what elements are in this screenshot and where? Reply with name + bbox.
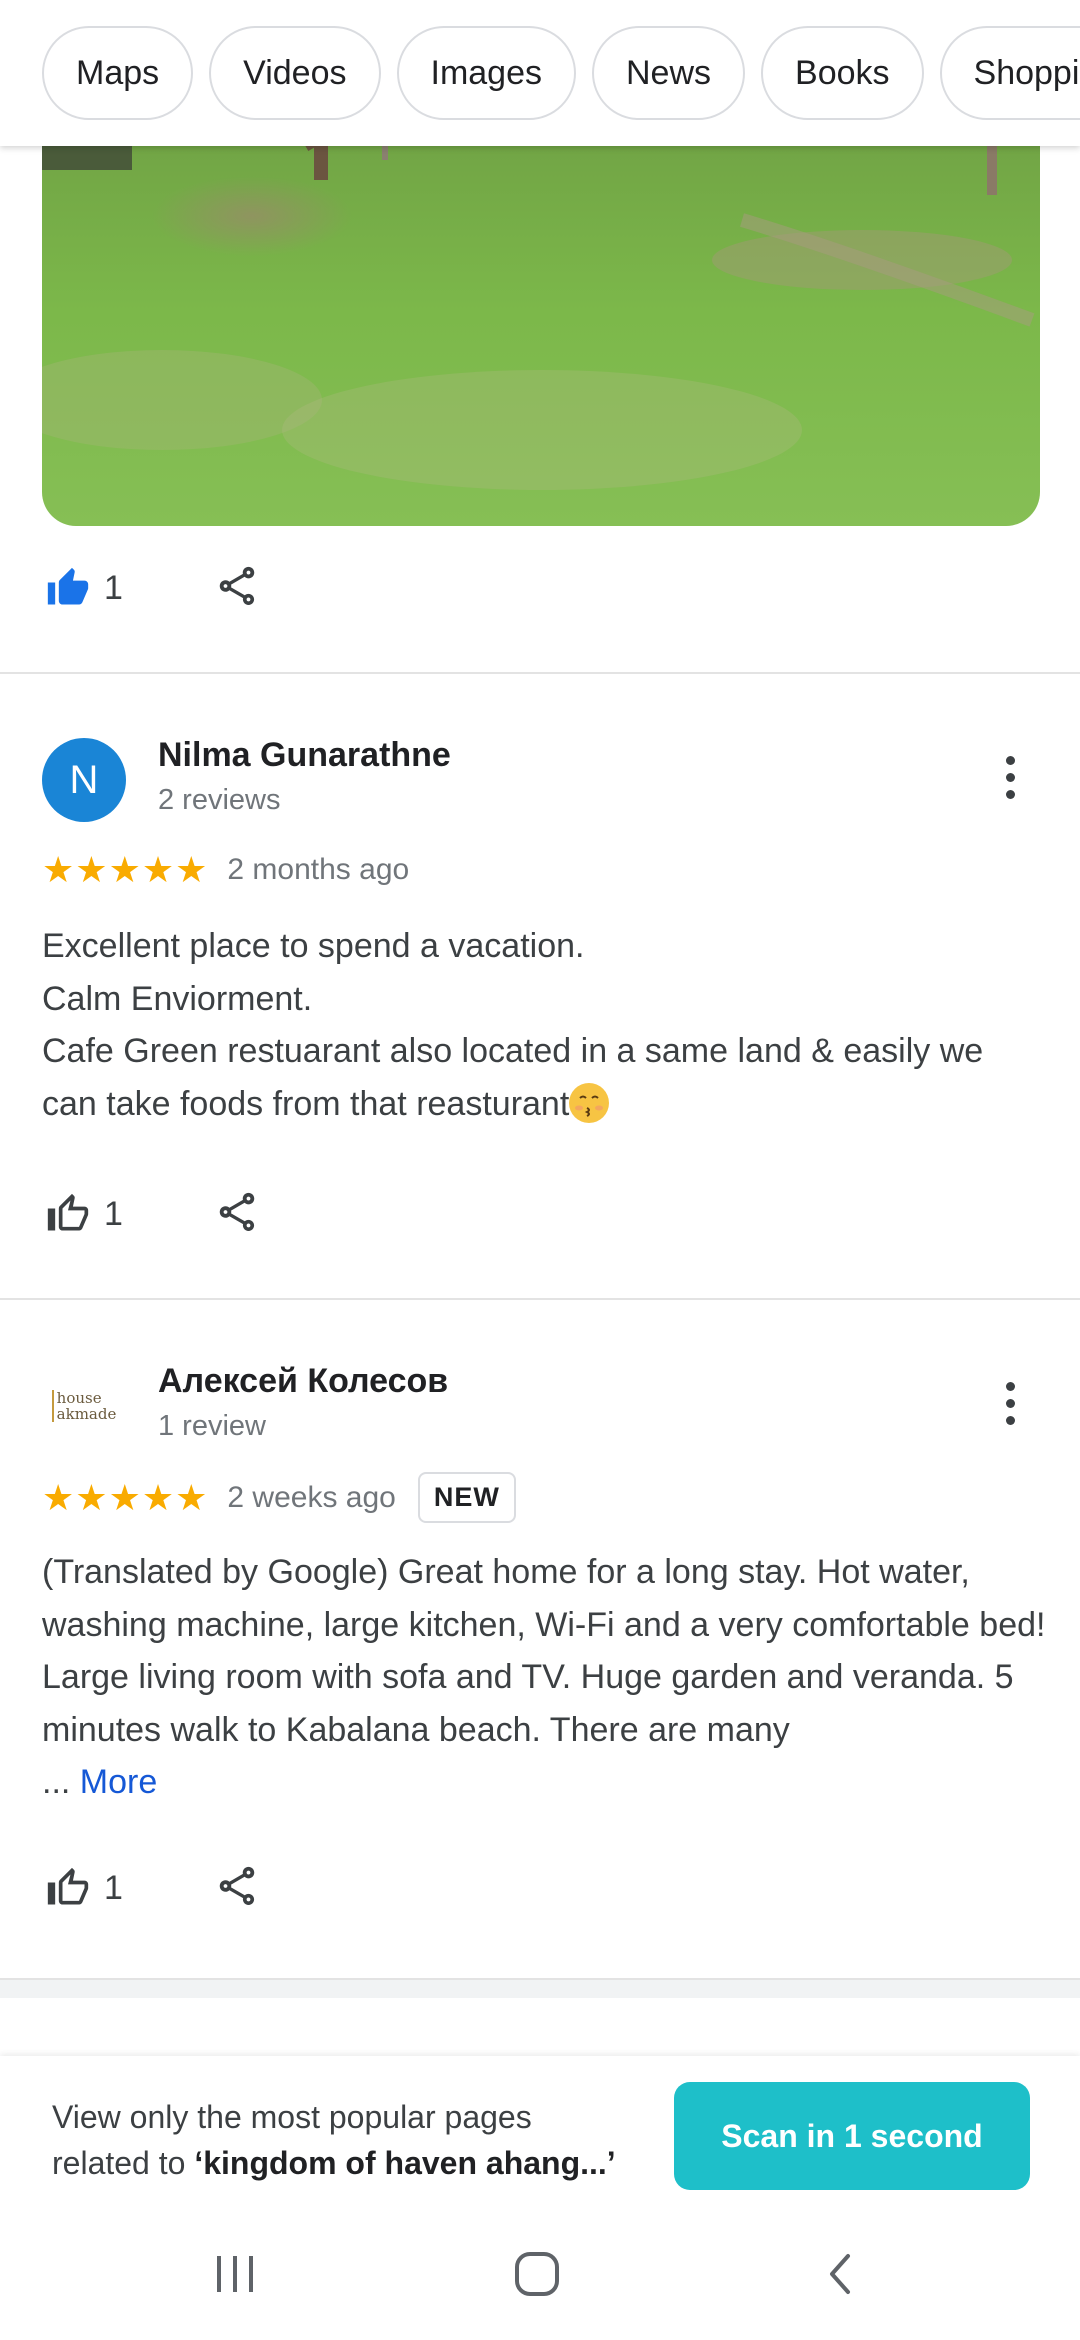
star-rating: ★ ★ ★ ★ ★ [42, 1476, 208, 1518]
review-actions: 1 [42, 566, 255, 610]
review-body: (Translated by Google) Great home for a … [42, 1553, 1046, 1749]
avatar-logo: house akmade [51, 1389, 117, 1423]
star-rating: ★ ★ ★ ★ ★ [42, 852, 207, 888]
filter-chips: Maps Videos Images News Books Shopping [42, 26, 1080, 120]
promo-line-1: View only the most popular pages [52, 2099, 532, 2135]
star-icon: ★ [42, 1476, 75, 1518]
reviews-count: 1 review [158, 1410, 266, 1442]
review-time: 2 months ago [227, 853, 410, 886]
review-line: Excellent place to spend a vacation. [42, 927, 585, 965]
kissing-face-emoji-icon [569, 1082, 610, 1123]
star-icon: ★ [175, 1476, 208, 1518]
chip-images[interactable]: Images [396, 26, 576, 120]
review-line: Cafe Green restuarant also located in a … [42, 1032, 984, 1123]
review-text: (Translated by Google) Great home for a … [42, 1546, 1052, 1809]
share-button[interactable] [214, 1862, 260, 1915]
new-badge: NEW [417, 1472, 516, 1523]
chip-news[interactable]: News [592, 26, 746, 120]
star-icon: ★ [141, 1476, 175, 1518]
review-text: Excellent place to spend a vacation. Cal… [42, 920, 1042, 1130]
avatar-logo-line: akmade [56, 1405, 117, 1423]
reviews-count: 2 reviews [158, 784, 281, 816]
recents-icon[interactable] [205, 2246, 265, 2302]
home-icon[interactable] [507, 2246, 567, 2302]
star-icon: ★ [75, 849, 108, 890]
like-button[interactable]: 1 [42, 1192, 123, 1236]
share-button[interactable] [214, 1188, 260, 1241]
author-name[interactable]: Nilma Gunarathne [158, 736, 451, 775]
thumbs-up-filled-icon [47, 567, 89, 605]
rating-row: ★ ★ ★ ★ ★ 2 months ago [42, 852, 409, 888]
rating-row: ★ ★ ★ ★ ★ 2 weeks ago NEW [42, 1472, 516, 1523]
chip-books[interactable]: Books [761, 26, 924, 120]
star-icon: ★ [42, 849, 75, 890]
avatar-logo-line: house [56, 1389, 102, 1407]
like-button[interactable]: 1 [42, 566, 123, 610]
promo-query: ‘kingdom of haven ahang...’ [194, 2145, 616, 2181]
review-actions: 1 [42, 1866, 255, 1910]
chip-maps[interactable]: Maps [42, 26, 194, 120]
more-ellipsis: ... [42, 1763, 71, 1801]
share-icon [219, 1192, 255, 1232]
chip-shopping[interactable]: Shopping [939, 26, 1080, 120]
star-icon: ★ [108, 1476, 141, 1518]
like-count: 1 [104, 1194, 123, 1233]
review-actions: 1 [42, 1192, 255, 1236]
divider [0, 1298, 1080, 1300]
more-link[interactable]: More [80, 1763, 157, 1801]
star-icon: ★ [141, 849, 175, 890]
star-icon: ★ [75, 1476, 108, 1518]
share-button[interactable] [214, 562, 260, 615]
back-icon[interactable] [810, 2246, 870, 2302]
review-time: 2 weeks ago [227, 1480, 396, 1514]
system-navigation-bar [0, 2206, 1080, 2340]
promo-text: View only the most popular pages related… [52, 2094, 652, 2186]
section-divider [0, 1978, 1080, 1998]
avatar[interactable]: N [42, 738, 126, 822]
scan-button[interactable]: Scan in 1 second [674, 2082, 1030, 2190]
like-count: 1 [104, 568, 123, 607]
like-button[interactable]: 1 [42, 1866, 123, 1910]
like-count: 1 [104, 1868, 123, 1907]
scan-promo-banner: View only the most popular pages related… [0, 2056, 1080, 2206]
more-vert-icon[interactable] [998, 756, 1022, 799]
more-vert-icon[interactable] [998, 1382, 1022, 1425]
filter-chip-bar: Maps Videos Images News Books Shopping [0, 0, 1080, 146]
author-name[interactable]: Алексей Колесов [158, 1362, 448, 1401]
review-line: Calm Enviorment. [42, 979, 313, 1018]
review-photo[interactable] [42, 100, 1040, 526]
star-icon: ★ [175, 849, 208, 890]
avatar[interactable]: house akmade [42, 1364, 126, 1448]
share-icon [219, 1866, 255, 1906]
star-icon: ★ [108, 849, 141, 890]
thumbs-up-outline-icon [47, 1193, 89, 1231]
promo-line-2-prefix: related to [52, 2145, 195, 2181]
avatar-letter: N [69, 757, 99, 802]
share-icon [219, 566, 255, 606]
chip-videos[interactable]: Videos [209, 26, 381, 120]
divider [0, 672, 1080, 674]
thumbs-up-outline-icon [47, 1867, 89, 1905]
